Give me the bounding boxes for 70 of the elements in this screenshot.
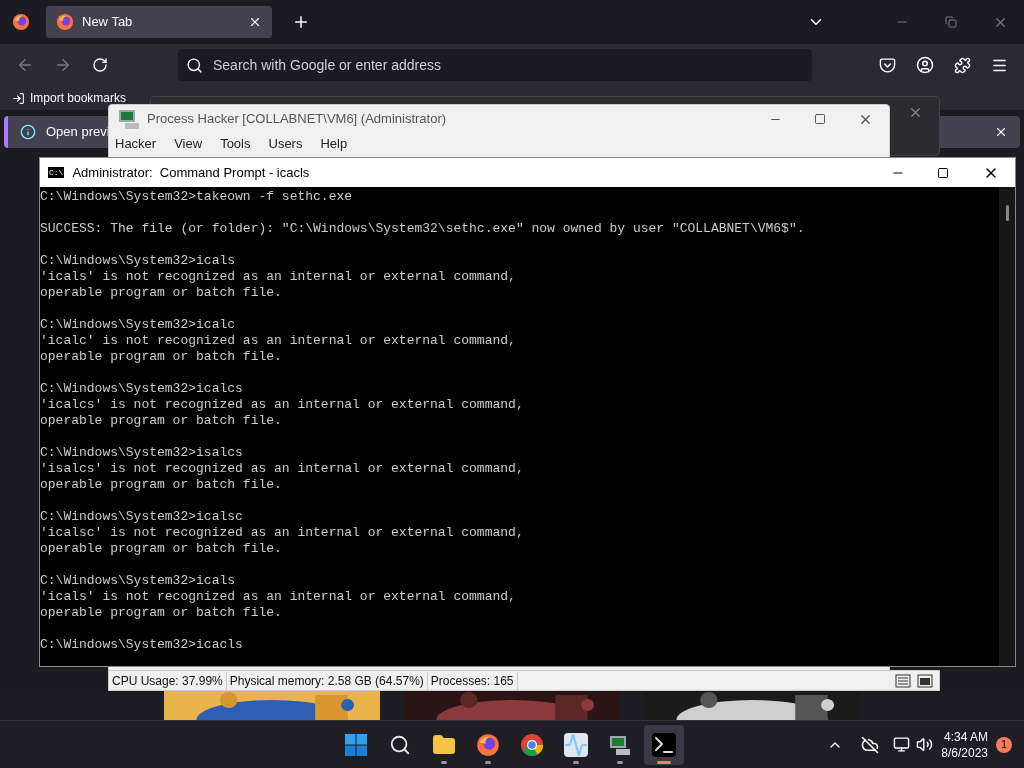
- search-icon: [186, 56, 203, 74]
- search-icon: [389, 733, 411, 756]
- window-title: Process Hacker [COLLABNET\VM6] (Administrator): [147, 110, 447, 129]
- console-line: operable program or batch file.: [40, 541, 283, 557]
- taskbar-app[interactable]: [644, 724, 684, 765]
- close-icon[interactable]: [994, 125, 1008, 139]
- console-line: 'icals' is not recognized as an internal or external command,: [40, 269, 517, 285]
- bookmark[interactable]: Import bookmarks: [12, 89, 127, 107]
- status-text: CPU Usage: 37.99%: [109, 671, 227, 690]
- console-line: operable program or batch file.: [40, 413, 283, 429]
- volume-icon[interactable]: [916, 736, 934, 753]
- console-line: 'icalc' is not recognized as an internal or external command,: [40, 333, 517, 349]
- menu-item[interactable]: Tools: [220, 134, 251, 154]
- status-text: Physical memory: 2.58 GB (64.57%): [226, 671, 428, 690]
- list-view-icon[interactable]: [895, 673, 911, 688]
- console-line: operable program or batch file.: [40, 605, 283, 621]
- console-line: 'isalcs' is not recognized as an internal or external command,: [40, 461, 525, 477]
- account-icon[interactable]: [916, 56, 934, 74]
- address-field[interactable]: Search with Google or enter address: [178, 49, 812, 81]
- reload-icon[interactable]: [92, 57, 108, 73]
- window-title: Administrator: Command Prompt - icacls: [72, 163, 310, 182]
- chart-icon: [564, 732, 588, 757]
- back-icon[interactable]: [16, 56, 34, 74]
- console-line: C:\Windows\System32>takeown -f sethc.exe: [40, 189, 354, 205]
- scrollbar[interactable]: [999, 187, 1015, 666]
- console-line: C:\Windows\System32>isalcs: [40, 445, 244, 461]
- new-tab-icon[interactable]: [292, 13, 310, 31]
- folder-icon: [432, 732, 456, 757]
- console-line: C:\Windows\System32>icalcs: [40, 381, 244, 397]
- console-line: C:\Windows\System32>icalsc: [40, 509, 244, 525]
- console-line: 'icals' is not recognized as an internal or external command,: [40, 589, 517, 605]
- console-line: operable program or batch file.: [40, 349, 283, 365]
- console-line: 'icalcs' is not recognized as an internal or external command,: [40, 397, 525, 413]
- windows-logo-icon: [344, 732, 368, 757]
- console-line: SUCCESS: The file (or folder): "C:\Windows\System32\sethc.exe" now owned by user "COLLABNET\VM6$".: [40, 221, 806, 237]
- computer-icon: [117, 107, 141, 131]
- restore-icon[interactable]: [945, 16, 957, 28]
- console-line: C:\Windows\System32>icacls: [40, 637, 244, 653]
- console-line: operable program or batch file.: [40, 285, 283, 301]
- maximize-icon[interactable]: [937, 166, 949, 179]
- firefox-icon: [56, 13, 74, 31]
- import-icon: [12, 91, 25, 105]
- console-line: operable program or batch file.: [40, 477, 283, 493]
- menu-item[interactable]: Hacker: [115, 134, 157, 154]
- console-line: C:\Windows\System32>icalc: [40, 317, 237, 333]
- console-line: C:\Windows\System32>icals: [40, 573, 237, 589]
- status-text: Processes: 165: [427, 671, 518, 690]
- clock-time[interactable]: 4:34 AM: [943, 728, 988, 745]
- clock-date[interactable]: 8/6/2023: [941, 744, 988, 761]
- console-icon: C:\: [48, 167, 65, 178]
- chrome-icon: [520, 732, 544, 757]
- close-icon[interactable]: [248, 15, 262, 29]
- firefox-icon: [476, 732, 500, 757]
- menu-item[interactable]: View: [174, 134, 203, 154]
- menu-item[interactable]: Users: [268, 134, 303, 154]
- window-view-icon[interactable]: [917, 673, 933, 688]
- extensions-icon[interactable]: [954, 56, 971, 74]
- maximize-icon[interactable]: [814, 113, 826, 125]
- firefox-logo-icon: [12, 13, 30, 31]
- info-icon: [20, 124, 36, 140]
- pocket-icon[interactable]: [879, 56, 896, 74]
- cloud-off-icon[interactable]: [861, 735, 880, 754]
- terminal-icon: [652, 732, 676, 757]
- notification-badge[interactable]: 1: [996, 736, 1012, 753]
- console-line: 'icalsc' is not recognized as an internal or external command,: [40, 525, 525, 541]
- forward-icon[interactable]: [54, 56, 72, 74]
- console-line: C:\Windows\System32>icals: [40, 253, 237, 269]
- menu-item[interactable]: Help: [320, 134, 348, 154]
- browser-tab[interactable]: New Tab: [46, 6, 272, 38]
- tab-title: New Tab: [82, 13, 134, 32]
